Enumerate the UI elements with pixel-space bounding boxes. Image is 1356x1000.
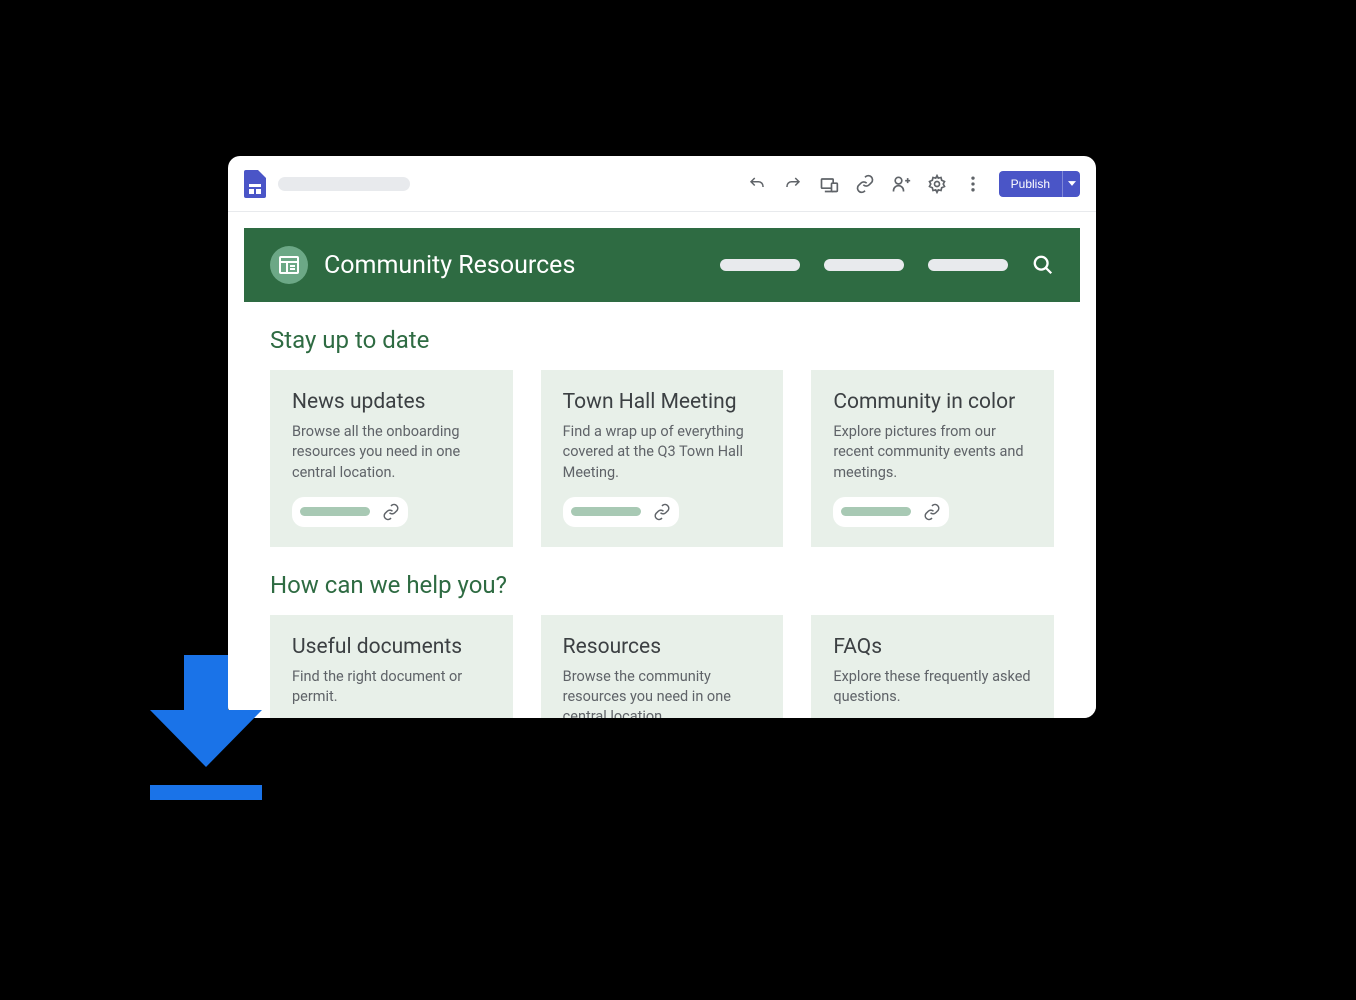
redo-icon[interactable]: [783, 174, 803, 194]
card-row: Useful documents Find the right document…: [270, 615, 1054, 718]
card-description: Find a wrap up of everything covered at …: [563, 422, 762, 483]
card-resources[interactable]: Resources Browse the community resources…: [541, 615, 784, 718]
card-description: Find the right document or permit.: [292, 667, 491, 718]
card-link[interactable]: [563, 497, 762, 527]
link-icon: [653, 503, 671, 521]
site-header: Community Resources: [244, 228, 1080, 302]
card-useful-documents[interactable]: Useful documents Find the right document…: [270, 615, 513, 718]
publish-button[interactable]: Publish: [999, 171, 1062, 197]
link-icon: [382, 503, 400, 521]
more-icon[interactable]: [963, 174, 983, 194]
nav-item[interactable]: [824, 259, 904, 271]
card-community-color[interactable]: Community in color Explore pictures from…: [811, 370, 1054, 547]
site-header-icon: [270, 246, 308, 284]
card-description: Explore these frequently asked questions…: [833, 667, 1032, 718]
share-icon[interactable]: [891, 174, 911, 194]
card-link[interactable]: [292, 497, 491, 527]
card-title: Useful documents: [292, 635, 491, 659]
card-news-updates[interactable]: News updates Browse all the onboarding r…: [270, 370, 513, 547]
card-description: Browse the community resources you need …: [563, 667, 762, 718]
settings-icon[interactable]: [927, 174, 947, 194]
site-title: Community Resources: [324, 251, 575, 280]
section-help: How can we help you? Useful documents Fi…: [228, 547, 1096, 718]
card-faqs[interactable]: FAQs Explore these frequently asked ques…: [811, 615, 1054, 718]
toolbar: Publish: [747, 171, 1080, 197]
app-header: Publish: [228, 156, 1096, 212]
card-title: News updates: [292, 390, 491, 414]
publish-dropdown-button[interactable]: [1062, 171, 1080, 197]
nav-item[interactable]: [928, 259, 1008, 271]
undo-icon[interactable]: [747, 174, 767, 194]
card-title: FAQs: [833, 635, 1032, 659]
card-title: Resources: [563, 635, 762, 659]
site-content: Community Resources Stay up to date News…: [228, 212, 1096, 718]
card-town-hall[interactable]: Town Hall Meeting Find a wrap up of ever…: [541, 370, 784, 547]
search-icon[interactable]: [1032, 254, 1054, 276]
card-description: Explore pictures from our recent communi…: [833, 422, 1032, 483]
app-window: Publish Community Resources Sta: [228, 156, 1096, 718]
section-stay-up-to-date: Stay up to date News updates Browse all …: [228, 302, 1096, 547]
card-title: Community in color: [833, 390, 1032, 414]
section-title: How can we help you?: [270, 571, 1054, 599]
link-text-placeholder: [841, 507, 911, 516]
section-title: Stay up to date: [270, 326, 1054, 354]
site-nav: [720, 254, 1054, 276]
link-icon[interactable]: [855, 174, 875, 194]
card-title: Town Hall Meeting: [563, 390, 762, 414]
publish-group: Publish: [999, 171, 1080, 197]
preview-icon[interactable]: [819, 174, 839, 194]
link-icon: [923, 503, 941, 521]
card-link[interactable]: [833, 497, 1032, 527]
nav-item[interactable]: [720, 259, 800, 271]
link-text-placeholder: [300, 507, 370, 516]
card-description: Browse all the onboarding resources you …: [292, 422, 491, 483]
card-row: News updates Browse all the onboarding r…: [270, 370, 1054, 547]
doc-title-placeholder[interactable]: [278, 177, 410, 191]
link-text-placeholder: [571, 507, 641, 516]
sites-logo-icon[interactable]: [244, 170, 266, 198]
download-arrow-icon: [150, 655, 262, 800]
